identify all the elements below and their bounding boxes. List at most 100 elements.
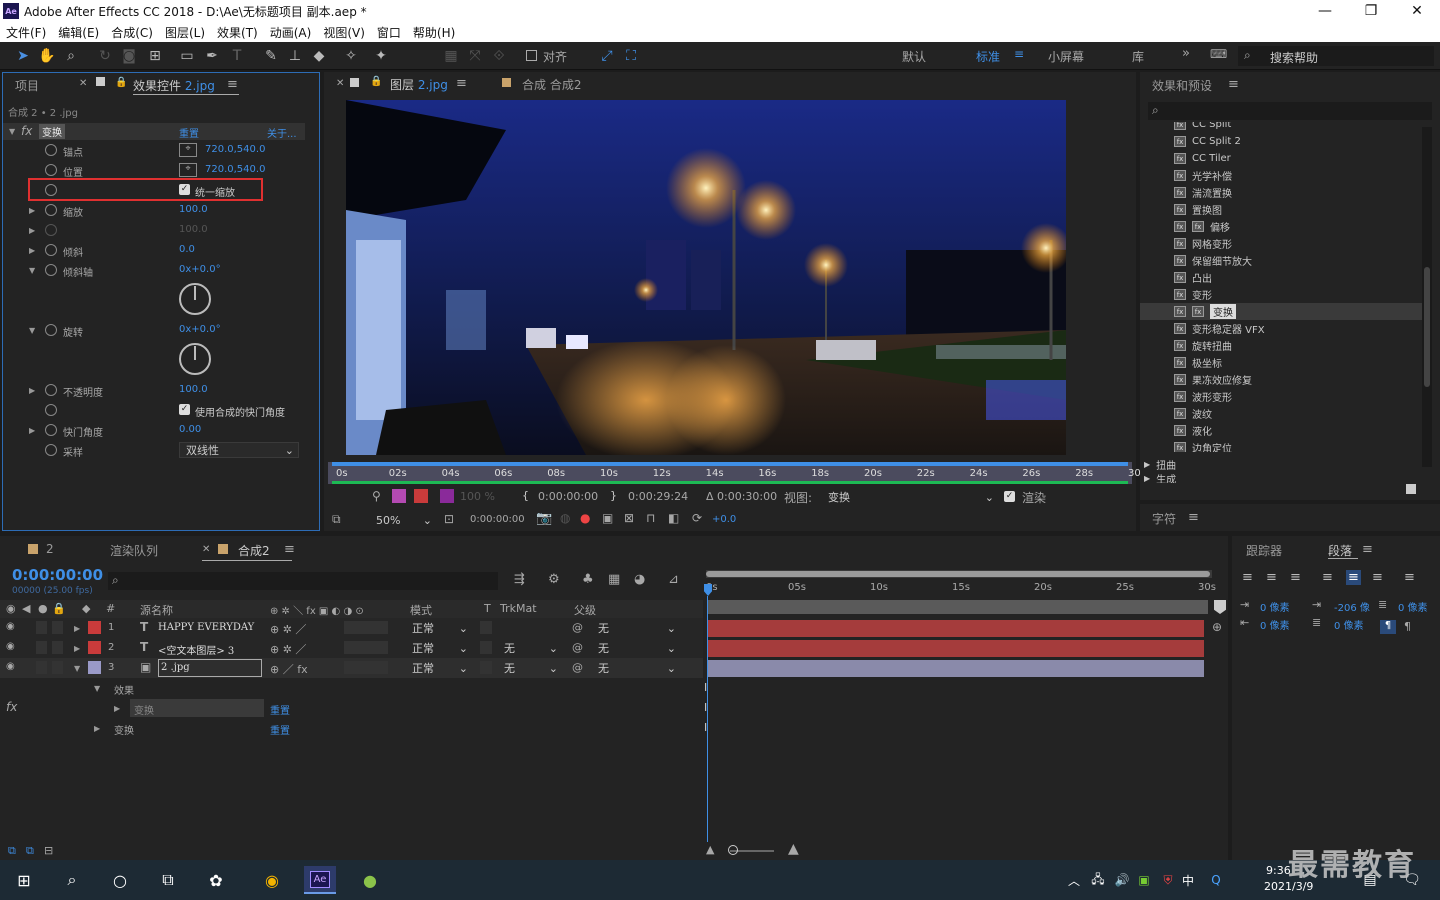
render-checkbox[interactable]: ✓	[1004, 491, 1015, 502]
first-line-indent-value[interactable]: -206 像	[1334, 599, 1370, 614]
tab-effects-presets[interactable]: 效果和预设	[1152, 77, 1212, 94]
hand-tool-icon[interactable]: ✋	[38, 47, 56, 65]
lock-toggle[interactable]	[52, 641, 63, 654]
view-dropdown[interactable]: 变换 ⌄	[822, 489, 998, 505]
3d-view-icon[interactable]: ⊓	[646, 511, 655, 525]
skew-axis-dial[interactable]	[179, 283, 211, 315]
hide-shy-icon[interactable]: ♣	[582, 572, 594, 587]
lock-toggle[interactable]	[52, 621, 63, 634]
solo-toggle[interactable]	[36, 641, 47, 654]
exposure-value[interactable]: +0.0	[712, 514, 736, 525]
effect-preset-item[interactable]: fx CC Tiler	[1140, 150, 1422, 167]
effect-preset-item[interactable]: fx CC Split 2	[1140, 133, 1422, 150]
effect-preset-item[interactable]: fx 变形	[1140, 286, 1422, 303]
graph-editor-icon[interactable]: ⊿	[668, 572, 679, 587]
time-navigator[interactable]	[706, 570, 1212, 578]
menu-item-2[interactable]: 合成(C)	[105, 24, 159, 41]
world-axis-icon[interactable]: ⤧	[466, 47, 484, 65]
reset-exposure-icon[interactable]: ⟳	[692, 511, 702, 525]
lock-icon[interactable]: 🔒	[115, 77, 127, 88]
effect-preset-item[interactable]: fx 光学补偿	[1140, 167, 1422, 184]
workspace-small-screen[interactable]: 小屏幕	[1048, 48, 1084, 65]
trkmat-dropdown[interactable]: 无 ⌄	[500, 640, 562, 656]
layer-bar-2[interactable]	[708, 640, 1204, 657]
layer-name[interactable]: <空文本图层> 3	[158, 642, 234, 657]
align-right-icon[interactable]: ≡	[1290, 570, 1301, 585]
space-before-value[interactable]: 0 像素	[1398, 599, 1428, 614]
search-help-field[interactable]: ⌕ 搜索帮助	[1238, 46, 1434, 66]
effect-preset-item[interactable]: fx 网格变形	[1140, 235, 1422, 252]
comp-flowchart-icon[interactable]: ⇶	[514, 572, 525, 587]
label-color[interactable]	[88, 621, 101, 634]
stopwatch-icon[interactable]	[45, 424, 57, 436]
effect-preset-item[interactable]: fx 极坐标	[1140, 354, 1422, 371]
opacity-value[interactable]: 100.0	[179, 384, 208, 395]
clone-stamp-tool-icon[interactable]: ⊥	[286, 47, 304, 65]
sampling-dropdown[interactable]: 双线性 ⌄	[179, 442, 299, 458]
chrome-icon[interactable]: ◉	[256, 866, 288, 894]
parent-dropdown[interactable]: 无 ⌄	[594, 660, 680, 676]
col-mode[interactable]: 模式	[410, 602, 432, 618]
motion-blur-toggle-icon[interactable]: ◕	[634, 572, 645, 587]
pick-whip-icon[interactable]: @	[572, 661, 583, 674]
fx-icon[interactable]: fx	[6, 700, 17, 714]
work-area-bar[interactable]	[332, 462, 1128, 466]
crosshair-icon[interactable]: ⌖	[179, 143, 197, 157]
effect-preset-item[interactable]: fx fx 偏移	[1140, 218, 1422, 235]
stopwatch-icon[interactable]	[45, 404, 57, 416]
menu-item-1[interactable]: 编辑(E)	[52, 24, 105, 41]
tab-project[interactable]: 项目	[15, 77, 39, 94]
transform-effect-name[interactable]: 变换	[130, 699, 264, 717]
blend-mode-dropdown[interactable]: 正常 ⌄	[408, 620, 472, 636]
new-folder-icon[interactable]	[1406, 484, 1416, 494]
selection-tool-icon[interactable]: ➤	[14, 47, 32, 65]
zoom-in-icon[interactable]: ▲	[788, 841, 799, 857]
maximize-button[interactable]: ❐	[1348, 0, 1394, 22]
mask-icon[interactable]: ⊠	[624, 511, 634, 525]
motion-blur-icon[interactable]: ⚲	[372, 489, 381, 503]
effect-header-row[interactable]: ▼ fx 变换 重置 关于...	[3, 123, 305, 140]
fx-icon[interactable]: fx	[21, 124, 32, 138]
solo-toggle[interactable]	[36, 621, 47, 634]
comp-button-icon[interactable]: ⊕	[1212, 620, 1222, 634]
app-ball-icon[interactable]: ●	[354, 866, 386, 894]
stopwatch-icon[interactable]	[45, 144, 57, 156]
camera-tool-icon[interactable]: ◙	[120, 47, 138, 65]
task-view-icon[interactable]: ⧉	[152, 866, 184, 894]
col-source-name[interactable]: 源名称	[140, 602, 173, 618]
menu-item-8[interactable]: 帮助(H)	[407, 24, 461, 41]
type-tool-icon[interactable]: T	[228, 47, 246, 65]
in-out-icon[interactable]: ⊟	[44, 844, 53, 857]
preserve-transparency-toggle[interactable]	[480, 641, 492, 654]
table-row[interactable]: ◉ ▶ 2 T <空文本图层> 3 ⊕ ✲ ／ 正常 ⌄ 无 ⌄ @ 无 ⌄	[0, 638, 703, 658]
timeline-search-input[interactable]: ⌕	[108, 572, 498, 590]
workspace-standard[interactable]: 标准	[976, 48, 1000, 65]
position-value[interactable]: 720.0,540.0	[205, 164, 265, 175]
grid-icon[interactable]: ▣	[602, 511, 613, 525]
panel-menu-icon[interactable]: ≡	[284, 542, 295, 557]
local-axis-icon[interactable]: ▦	[442, 47, 460, 65]
scrollbar-thumb[interactable]	[1424, 267, 1430, 387]
close-tab-icon[interactable]: ✕	[79, 78, 87, 89]
indent-right-value[interactable]: 0 像素	[1260, 617, 1290, 632]
current-time[interactable]: 0:00:00:00	[470, 514, 525, 525]
effects-group-row[interactable]: ▼ 效果	[0, 678, 703, 698]
cortana-icon[interactable]: ○	[104, 866, 136, 894]
snap-edge-icon[interactable]: ⤢	[598, 47, 616, 65]
always-preview-icon[interactable]: ⧉	[332, 512, 341, 527]
tab-paragraph[interactable]: 段落	[1328, 542, 1352, 559]
ltr-direction-icon[interactable]: ¶	[1380, 620, 1396, 634]
stopwatch-icon[interactable]	[45, 224, 57, 236]
effect-preset-item[interactable]: fx fx 变换	[1140, 303, 1422, 320]
stopwatch-icon[interactable]	[45, 384, 57, 396]
blend-mode-dropdown[interactable]: 正常 ⌄	[408, 660, 472, 676]
color-swatch-icon[interactable]	[440, 489, 454, 503]
table-row[interactable]: ◉ ▶ 1 T HAPPY EVERYDAY ⊕ ✲ ／ 正常 ⌄ @ 无 ⌄	[0, 618, 703, 638]
transfer-controls-icon[interactable]: ⧉	[26, 844, 34, 858]
lock-toggle[interactable]	[52, 661, 63, 674]
solo-toggle[interactable]	[36, 661, 47, 674]
effect-about-link[interactable]: 关于...	[267, 125, 297, 140]
pen-tool-icon[interactable]: ✒	[203, 47, 221, 65]
rotate-tool-icon[interactable]: ↻	[96, 47, 114, 65]
stopwatch-icon[interactable]	[45, 184, 57, 196]
